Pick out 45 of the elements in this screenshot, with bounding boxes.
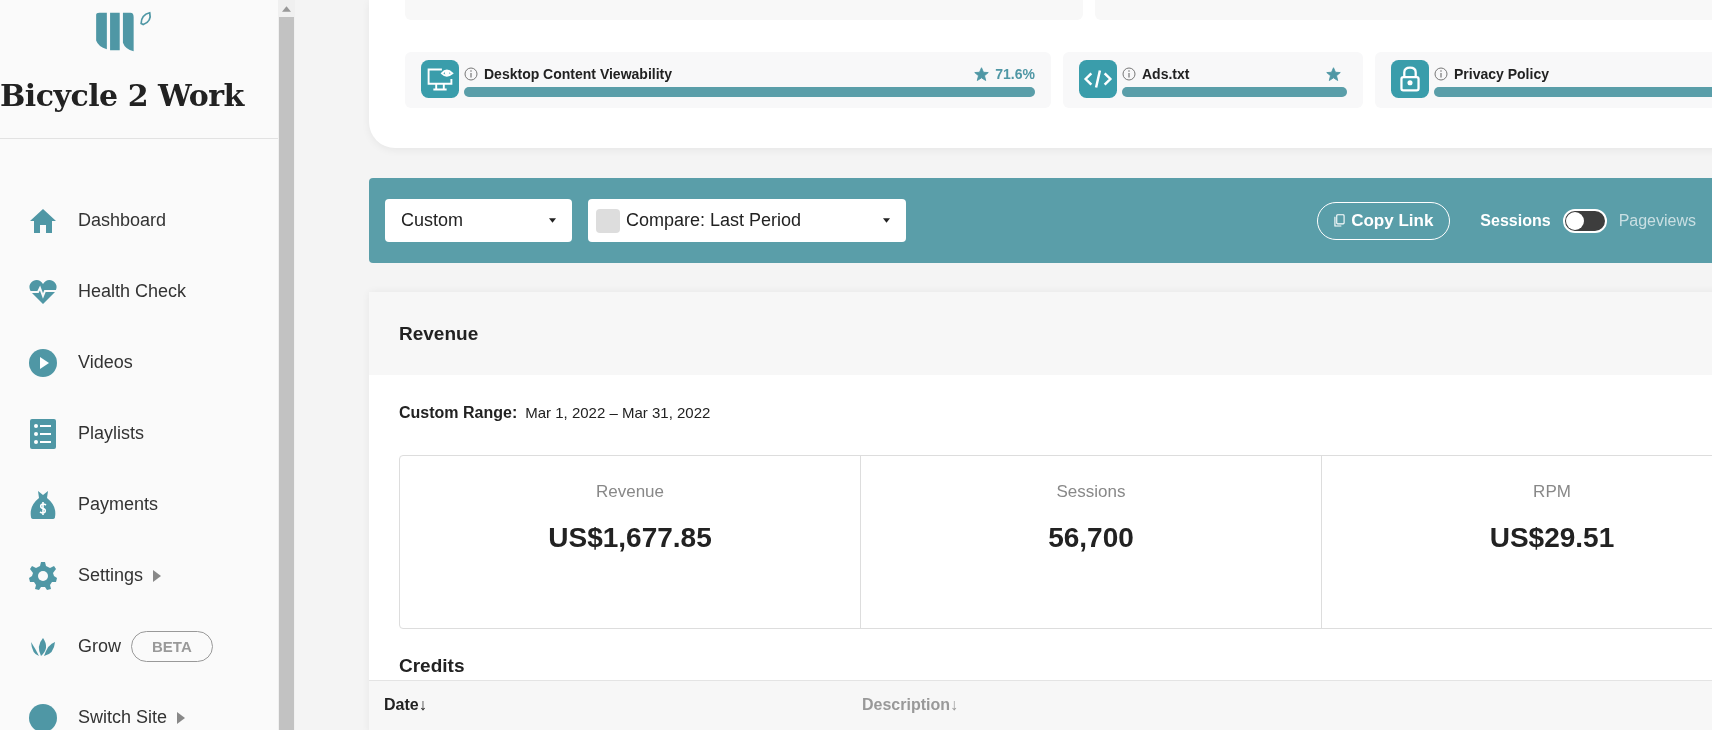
nav-item[interactable]: Grow BETA: [28, 611, 213, 682]
compare-select[interactable]: Compare: Last Period: [588, 199, 906, 242]
copy-icon: [1334, 214, 1346, 227]
health-check-label: Desktop Content Viewability: [484, 65, 672, 83]
nav-item[interactable]: Playlists: [28, 398, 144, 469]
info-icon[interactable]: [1122, 67, 1136, 81]
section-title: Credits: [399, 655, 466, 678]
nav-item[interactable]: Switch Site: [28, 682, 186, 730]
lock-icon: [1391, 60, 1429, 98]
list-icon: [28, 418, 58, 449]
score-reading: 71.6%: [995, 66, 1035, 82]
range-label: Custom Range:: [399, 403, 518, 423]
nav-item[interactable]: Dashboard: [28, 185, 167, 256]
health-check-label: Privacy Policy: [1454, 65, 1549, 83]
column-header[interactable]: Date↓: [384, 695, 862, 714]
metric-value: 56,700: [1048, 522, 1134, 554]
nav-item[interactable]: Videos: [28, 327, 133, 398]
caret-icon: [549, 218, 556, 223]
info-icon[interactable]: [464, 67, 478, 81]
play-icon: [28, 347, 58, 378]
health-check-label: Ads.txt: [1142, 65, 1190, 83]
caret-icon: [883, 218, 890, 223]
pageviews-label: Pageviews: [1618, 211, 1696, 230]
info-icon[interactable]: [1434, 67, 1448, 81]
metric-label: Revenue: [595, 482, 665, 502]
money-bag-icon: [28, 489, 58, 520]
compare-checkbox[interactable]: [596, 208, 620, 233]
scroll-up-icon[interactable]: [282, 6, 291, 12]
metric-value: US$1,677.85: [548, 522, 712, 554]
metric-value: US$29.51: [1489, 522, 1615, 554]
nav-item[interactable]: Settings: [28, 540, 162, 611]
sessions-label: Sessions: [1480, 211, 1551, 230]
period-select[interactable]: Custom: [385, 199, 572, 242]
logo-icon: [94, 10, 154, 54]
nav-item[interactable]: Payments: [28, 469, 159, 540]
code-icon: [1079, 60, 1117, 98]
scrollbar[interactable]: [278, 0, 295, 730]
nav-item[interactable]: Health Check: [28, 256, 187, 327]
metric-toggle[interactable]: [1562, 208, 1607, 233]
metric-label: Sessions: [1056, 482, 1126, 502]
metric-label: RPM: [1533, 482, 1571, 502]
monitor-eye-icon: [421, 60, 459, 98]
card-title: Revenue: [399, 322, 479, 345]
settings-icon: [28, 560, 58, 591]
date-range: Mar 1, 2022 – Mar 31, 2022: [525, 403, 711, 423]
